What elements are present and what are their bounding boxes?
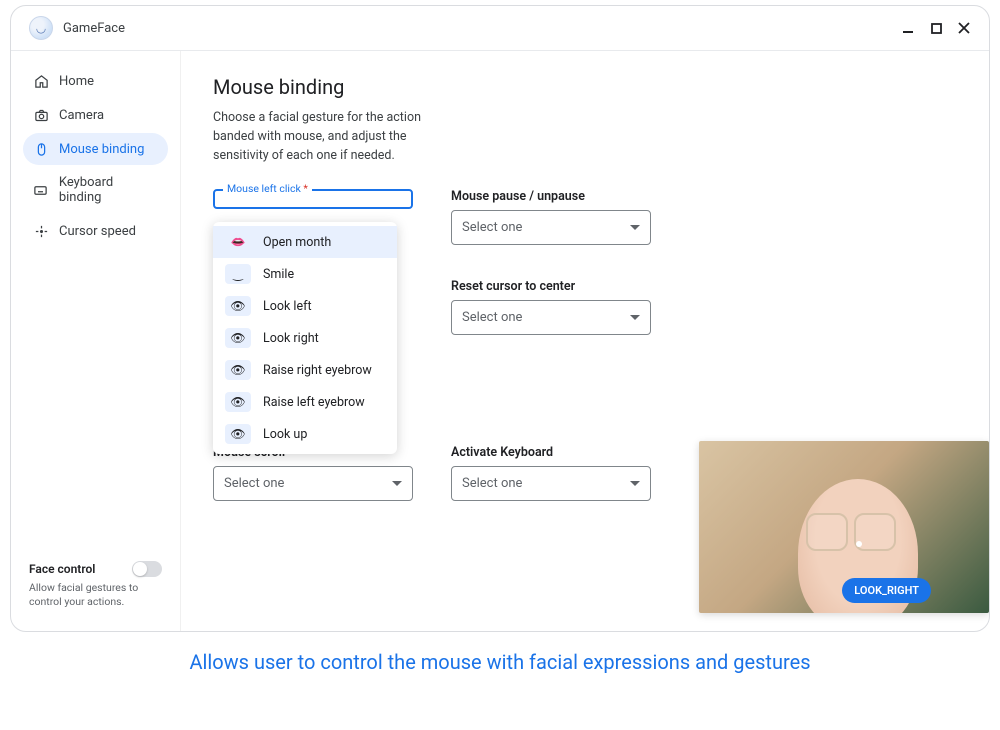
close-button[interactable]: [957, 21, 971, 35]
binding-label: Reset cursor to center: [451, 279, 651, 294]
chevron-down-icon: [630, 225, 640, 230]
dropdown-option[interactable]: 👁 Raise left eyebrow: [213, 386, 397, 418]
binding-activate-keyboard: Activate Keyboard Select one: [451, 445, 651, 501]
select-activate-keyboard[interactable]: Select one: [451, 466, 651, 501]
sidebar-item-keyboard-binding[interactable]: Keyboard binding: [23, 167, 168, 213]
binding-mouse-left-click: Mouse left click * 👄Open month‿Smile👁Loo…: [213, 189, 413, 349]
gesture-badge: LOOK_RIGHT: [842, 578, 931, 603]
app-logo-icon: ◡: [29, 16, 53, 40]
sidebar: Home Camera Mouse binding: [11, 51, 181, 631]
face-control-description: Allow facial gestures to control your ac…: [29, 581, 162, 609]
gesture-icon: 👁: [225, 296, 251, 316]
cursor-speed-icon: [33, 223, 49, 239]
face-control-label: Face control: [29, 562, 95, 576]
gesture-icon: 👁: [225, 392, 251, 412]
dropdown-option[interactable]: 👁 Raise right eyebrow: [213, 354, 397, 386]
sidebar-item-label: Keyboard binding: [59, 175, 158, 205]
gesture-icon: ‿: [225, 264, 251, 284]
dropdown-option-label: Look left: [263, 299, 312, 314]
maximize-button[interactable]: [929, 21, 943, 35]
sidebar-item-label: Mouse binding: [59, 142, 144, 157]
dropdown-option-label: Raise right eyebrow: [263, 363, 372, 378]
sidebar-item-label: Camera: [59, 108, 104, 123]
dropdown-option-label: Look up: [263, 427, 307, 442]
select-placeholder: Select one: [462, 220, 522, 235]
page-description: Choose a facial gesture for the action b…: [213, 109, 463, 165]
sidebar-item-mouse-binding[interactable]: Mouse binding: [23, 133, 168, 165]
gesture-icon: 👁: [225, 360, 251, 380]
binding-reset-cursor: Reset cursor to center Select one: [451, 279, 651, 335]
mouse-icon: [33, 141, 49, 157]
gesture-icon: 👄: [225, 232, 251, 252]
home-icon: [33, 73, 49, 89]
chevron-down-icon: [630, 315, 640, 320]
dropdown-option[interactable]: ‿ Smile: [213, 258, 397, 290]
gesture-dropdown: 👄 Open month ‿ Smile 👁 Look left 👁 Look right 👁 R…: [213, 222, 397, 454]
face-control-toggle[interactable]: [132, 561, 162, 577]
select-reset-cursor[interactable]: Select one: [451, 300, 651, 335]
sidebar-item-home[interactable]: Home: [23, 65, 168, 97]
nav-list: Home Camera Mouse binding: [17, 65, 174, 553]
chevron-down-icon: [630, 481, 640, 486]
gesture-icon: 👁: [225, 328, 251, 348]
binding-label: Mouse pause / unpause: [451, 189, 651, 204]
floating-label: Mouse left click *: [223, 182, 312, 195]
titlebar: ◡ GameFace: [11, 6, 989, 51]
dropdown-option-label: Raise left eyebrow: [263, 395, 365, 410]
app-title: GameFace: [63, 21, 125, 36]
face-control-section: Face control Allow facial gestures to co…: [17, 553, 174, 617]
select-mouse-pause[interactable]: Select one: [451, 210, 651, 245]
tracking-dot-icon: [856, 541, 862, 547]
caption: Allows user to control the mouse with fa…: [10, 648, 990, 676]
gesture-icon: 👁: [225, 424, 251, 444]
dropdown-option[interactable]: 👁 Look up: [213, 418, 397, 450]
sidebar-item-label: Cursor speed: [59, 224, 136, 239]
dropdown-option[interactable]: 👄 Open month: [213, 226, 397, 258]
sidebar-item-cursor-speed[interactable]: Cursor speed: [23, 215, 168, 247]
keyboard-icon: [33, 182, 49, 198]
camera-icon: [33, 107, 49, 123]
sidebar-item-label: Home: [59, 74, 94, 89]
page-title: Mouse binding: [213, 75, 957, 99]
main-content: Mouse binding Choose a facial gesture fo…: [181, 51, 989, 631]
dropdown-option-label: Smile: [263, 267, 294, 282]
minimize-button[interactable]: [901, 21, 915, 35]
dropdown-option-label: Look right: [263, 331, 319, 346]
dropdown-option[interactable]: 👁 Look right: [213, 322, 397, 354]
select-mouse-scroll[interactable]: Select one: [213, 466, 413, 501]
select-placeholder: Select one: [224, 476, 284, 491]
app-window: ◡ GameFace Home: [10, 5, 990, 632]
sidebar-item-camera[interactable]: Camera: [23, 99, 168, 131]
select-placeholder: Select one: [462, 310, 522, 325]
window-controls: [901, 21, 971, 35]
camera-preview: LOOK_RIGHT: [699, 441, 989, 613]
dropdown-option-label: Open month: [263, 235, 331, 250]
chevron-down-icon: [392, 481, 402, 486]
dropdown-option[interactable]: 👁 Look left: [213, 290, 397, 322]
select-placeholder: Select one: [462, 476, 522, 491]
binding-mouse-pause: Mouse pause / unpause Select one: [451, 189, 651, 245]
binding-label: Activate Keyboard: [451, 445, 651, 460]
